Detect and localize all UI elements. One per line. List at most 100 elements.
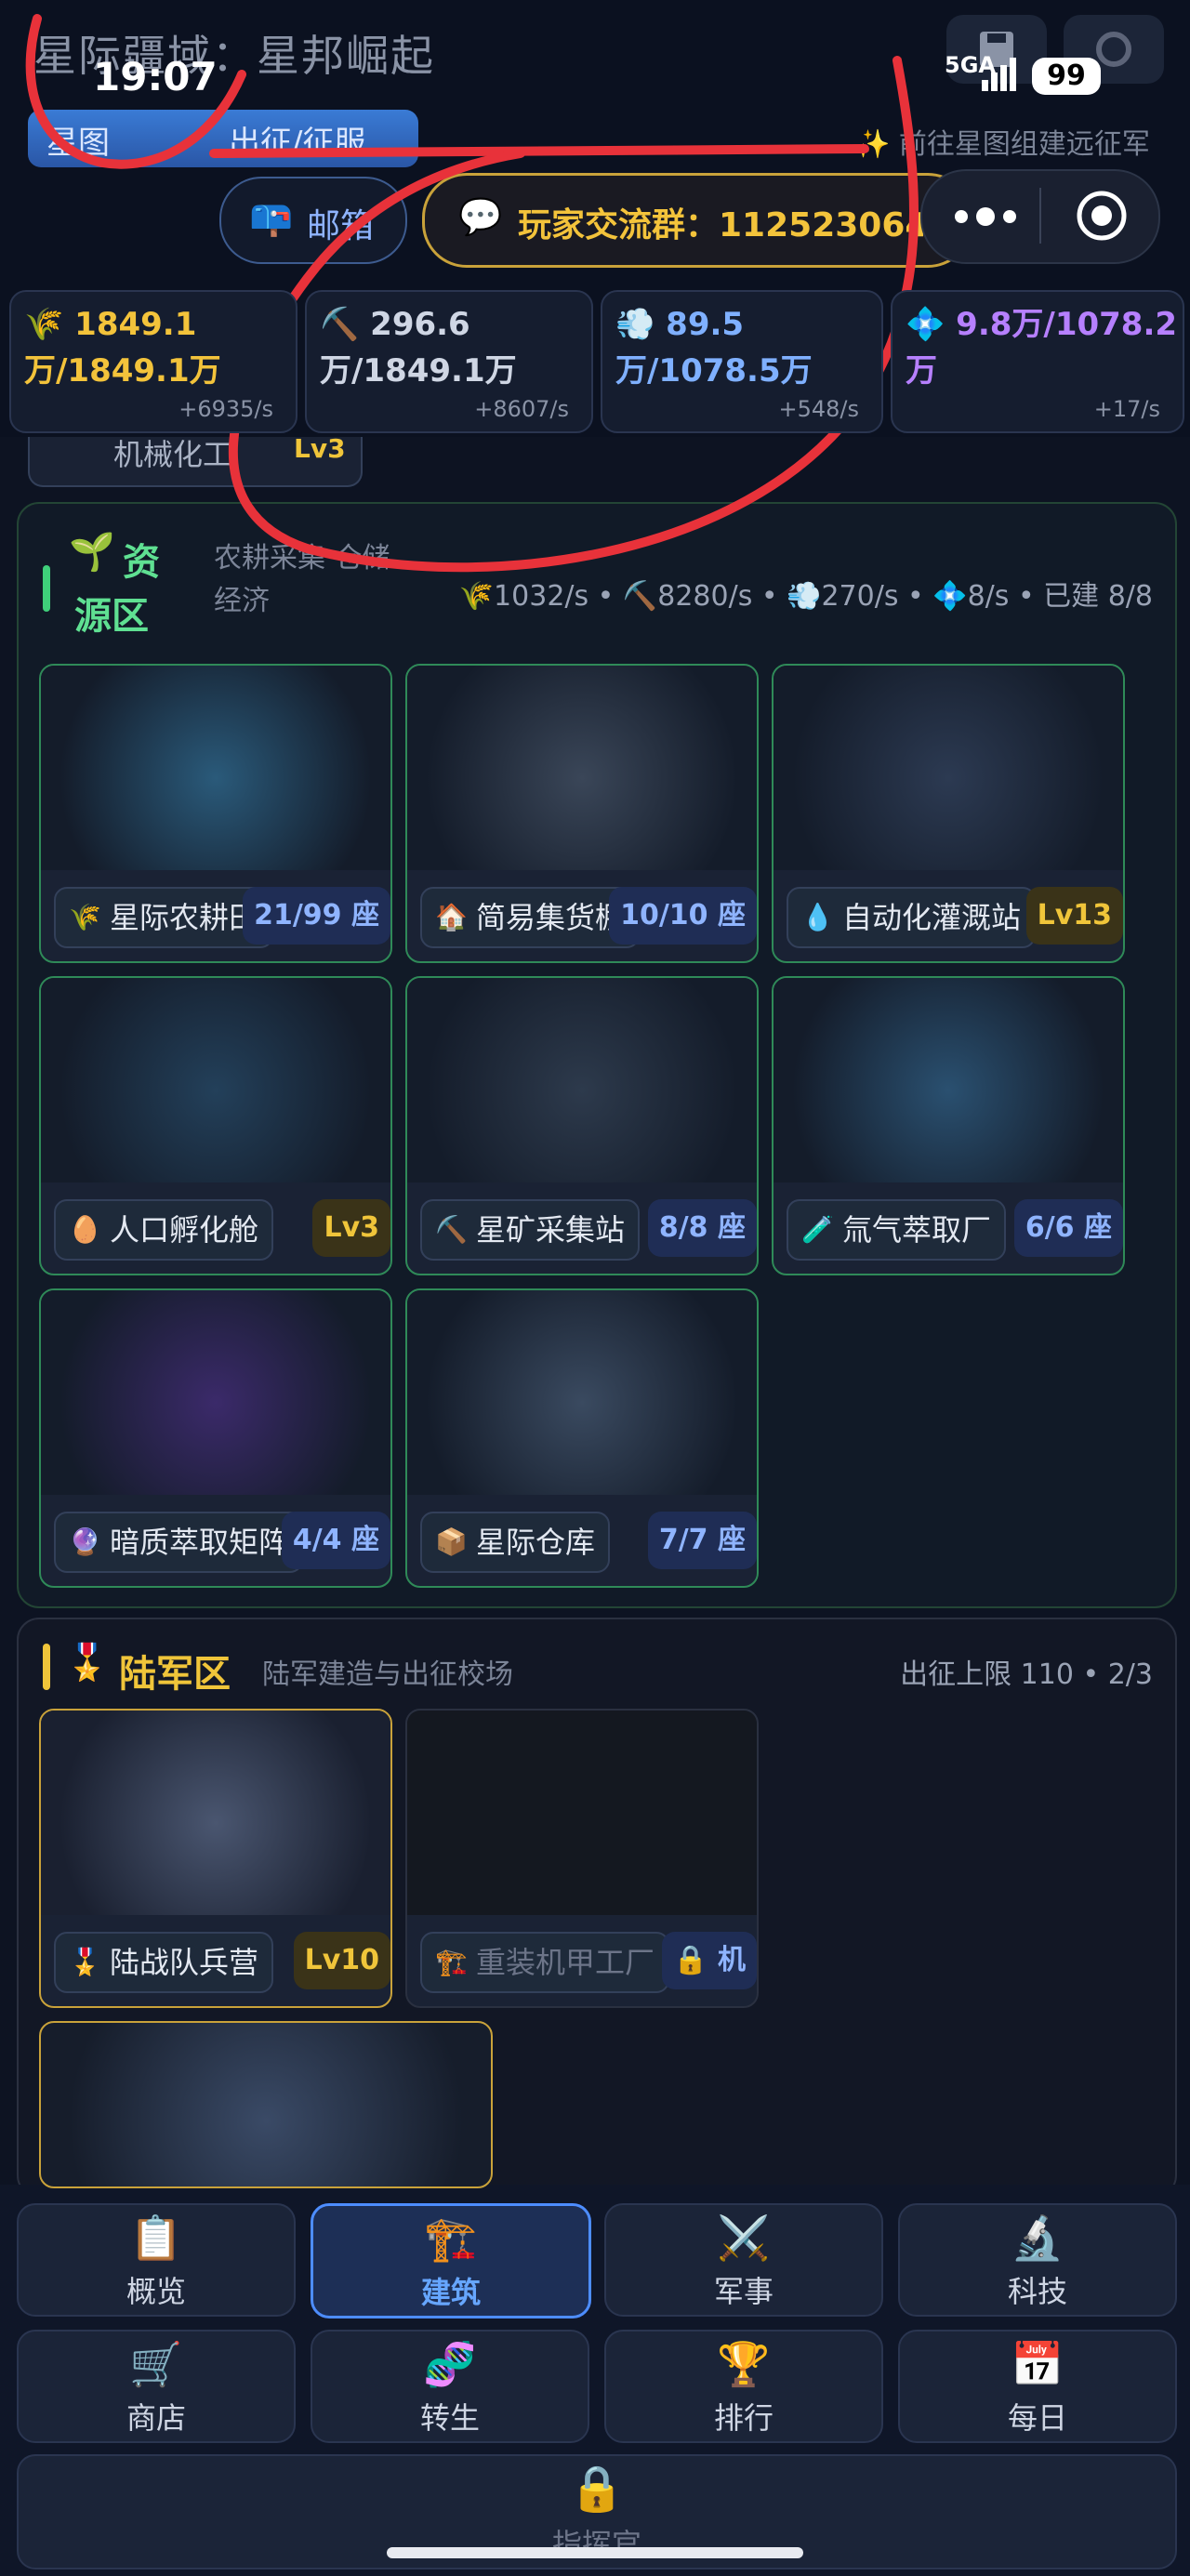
- building-count-badge: Lv3: [312, 1199, 390, 1257]
- building-card-shed[interactable]: 🏠 简易集货棚 10/10 座: [405, 664, 759, 963]
- building-name-text: 陆战队兵营: [110, 1945, 259, 1980]
- expedition-hint: ✨ 前往星图组建远征军: [855, 128, 1150, 161]
- building-card-warehouse[interactable]: 📦 星际仓库 7/7 座: [405, 1288, 759, 1588]
- resource-card-gas[interactable]: 💨 89.5万/1078.5万 +548/s: [601, 290, 883, 433]
- nav-daily-button[interactable]: 📅 每日: [898, 2330, 1177, 2443]
- nav-buildings-button[interactable]: 🏗️ 建筑: [311, 2203, 591, 2318]
- trophy-icon: 🏆: [717, 2339, 771, 2389]
- sprout-icon: 🌱: [69, 531, 115, 574]
- chat-bubble-icon: 💬: [458, 196, 503, 237]
- nav-overview-button[interactable]: 📋 概览: [17, 2203, 296, 2317]
- food-amount: 🌾 1849.1万/1849.1万: [24, 306, 221, 390]
- close-miniprogram-button[interactable]: [1060, 188, 1144, 244]
- partial-building-level: Lv3: [294, 433, 346, 464]
- cart-icon: 🛒: [129, 2339, 183, 2389]
- capsule-divider: [1039, 188, 1041, 244]
- building-card-mine[interactable]: ⛏️ 星矿采集站 8/8 座: [405, 976, 759, 1275]
- warehouse-icon: 📦: [435, 1526, 468, 1557]
- medal-icon: 🎖️: [65, 1642, 110, 1683]
- building-name: 🧪 氚气萃取厂: [787, 1199, 1007, 1261]
- building-name: 💧 自动化灌溉站: [787, 887, 1037, 948]
- gas-plant-icon: 🧪: [801, 1214, 834, 1245]
- nav-shop-button[interactable]: 🛒 商店: [17, 2330, 296, 2443]
- building-card-partial[interactable]: [39, 2021, 493, 2188]
- ore-amount: ⛏️ 296.6万/1849.1万: [320, 306, 517, 390]
- resource-card-ore[interactable]: ⛏️ 296.6万/1849.1万 +8607/s: [305, 290, 593, 433]
- irrigation-image: [774, 666, 1123, 870]
- building-card-dark-matter[interactable]: 🔮 暗质萃取矩阵 4/4 座: [39, 1288, 392, 1588]
- building-count-badge: 7/7 座: [647, 1512, 757, 1569]
- building-name-text: 人口孵化舱: [110, 1212, 259, 1248]
- player-group-label: 玩家交流群：112523064: [518, 206, 929, 244]
- building-name-text: 简易集货棚: [476, 900, 626, 935]
- building-name: 🔮 暗质萃取矩阵: [54, 1512, 304, 1573]
- shed-image: [407, 666, 757, 870]
- nav-military-button[interactable]: ⚔️ 军事: [604, 2203, 883, 2317]
- army-zone-title: 陆军区: [119, 1653, 231, 1696]
- food-rate: +6935/s: [178, 396, 273, 422]
- nav-label: 概览: [126, 2274, 186, 2309]
- more-menu-button[interactable]: [945, 195, 1028, 238]
- building-card-incubator[interactable]: 🥚 人口孵化舱 Lv3: [39, 976, 392, 1275]
- barracks-icon: 🎖️: [69, 1947, 101, 1977]
- building-name: 🥚 人口孵化舱: [54, 1199, 274, 1261]
- building-card-barracks[interactable]: 🎖️ 陆战队兵营 Lv10: [39, 1709, 392, 2008]
- dna-icon: 🧬: [423, 2339, 477, 2389]
- nav-label: 商店: [126, 2400, 186, 2436]
- nav-label: 转生: [419, 2400, 480, 2436]
- building-card-irrigation[interactable]: 💧 自动化灌溉站 Lv13: [772, 664, 1125, 963]
- warehouse-image: [407, 1290, 757, 1495]
- map-tab-strip: 星图 出征/征服: [28, 110, 418, 167]
- crystal-amount: 💠 9.8万/1078.2万: [906, 306, 1178, 390]
- army-zone-subtitle: 陆军建造与出征校场: [262, 1658, 513, 1691]
- greenhouse-image: [41, 666, 390, 870]
- partial-building-card[interactable]: 机械化工 Lv3: [28, 433, 363, 487]
- building-card-gas-plant[interactable]: 🧪 氚气萃取厂 6/6 座: [772, 976, 1125, 1275]
- building-card-mech-factory[interactable]: 🏗️ 重装机甲工厂 🔒 机: [405, 1709, 759, 2008]
- gas-amount: 💨 89.5万/1078.5万: [615, 306, 813, 390]
- more-dots-icon: [955, 207, 1016, 226]
- resource-zone-title-2: 源区: [74, 595, 149, 638]
- building-count-badge: 6/6 座: [1013, 1199, 1123, 1257]
- resource-zone-title-1: 资: [123, 541, 160, 584]
- resource-card-food[interactable]: 🌾 1849.1万/1849.1万 +6935/s: [9, 290, 298, 433]
- nav-label: 排行: [713, 2400, 774, 2436]
- partial-building-name: 机械化工: [113, 437, 233, 472]
- building-count-badge: Lv13: [1025, 887, 1123, 945]
- resource-zone-bar: [43, 565, 50, 612]
- building-name: 🎖️ 陆战队兵营: [54, 1932, 274, 1993]
- player-group-button[interactable]: 💬 玩家交流群：112523064: [422, 173, 972, 268]
- mech-factory-icon: 🏗️: [435, 1947, 468, 1977]
- nav-label: 军事: [713, 2274, 774, 2309]
- building-name-text: 星际仓库: [476, 1525, 596, 1560]
- resource-zone-stats: 🌾1032/s • ⛏️8280/s • 💨270/s • 💠8/s • 已建 …: [458, 580, 1153, 613]
- resource-zone-subtitle: 农耕采集 仓储经济: [214, 542, 390, 617]
- building-name: 🏠 简易集货棚: [420, 887, 641, 948]
- crystal-rate: +17/s: [1093, 396, 1160, 422]
- building-name: ⛏️ 星矿采集站: [420, 1199, 641, 1261]
- building-name-text: 暗质萃取矩阵: [110, 1525, 289, 1560]
- building-count-badge: 8/8 座: [647, 1199, 757, 1257]
- resource-card-crystal[interactable]: 💠 9.8万/1078.2万 +17/s: [891, 290, 1184, 433]
- status-clock: 19:07: [93, 54, 218, 99]
- nav-rebirth-button[interactable]: 🧬 转生: [311, 2330, 589, 2443]
- army-zone-bar: [43, 1644, 50, 1690]
- nav-ranking-button[interactable]: 🏆 排行: [604, 2330, 883, 2443]
- home-indicator: [387, 2547, 803, 2558]
- microscope-icon: 🔬: [1011, 2213, 1064, 2263]
- nav-tech-button[interactable]: 🔬 科技: [898, 2203, 1177, 2317]
- mailbox-label: 邮箱: [307, 207, 375, 245]
- building-name-text: 氚气萃取厂: [842, 1212, 992, 1248]
- target-icon: [1077, 191, 1127, 241]
- mailbox-icon: 📪: [249, 197, 294, 238]
- clipboard-icon: 📋: [129, 2213, 183, 2263]
- mailbox-button[interactable]: 📪 邮箱: [219, 177, 407, 264]
- barracks-image: [41, 1711, 390, 1915]
- gas-plant-image: [774, 978, 1123, 1182]
- greenhouse-icon: 🌾: [69, 902, 101, 932]
- tab-conquer[interactable]: 出征/征服: [229, 117, 365, 163]
- mine-icon: ⛏️: [435, 1214, 468, 1245]
- building-card-greenhouse[interactable]: 🌾 星际农耕田 21/99 座: [39, 664, 392, 963]
- tab-starmap[interactable]: 星图: [46, 117, 110, 163]
- building-name: 📦 星际仓库: [420, 1512, 611, 1573]
